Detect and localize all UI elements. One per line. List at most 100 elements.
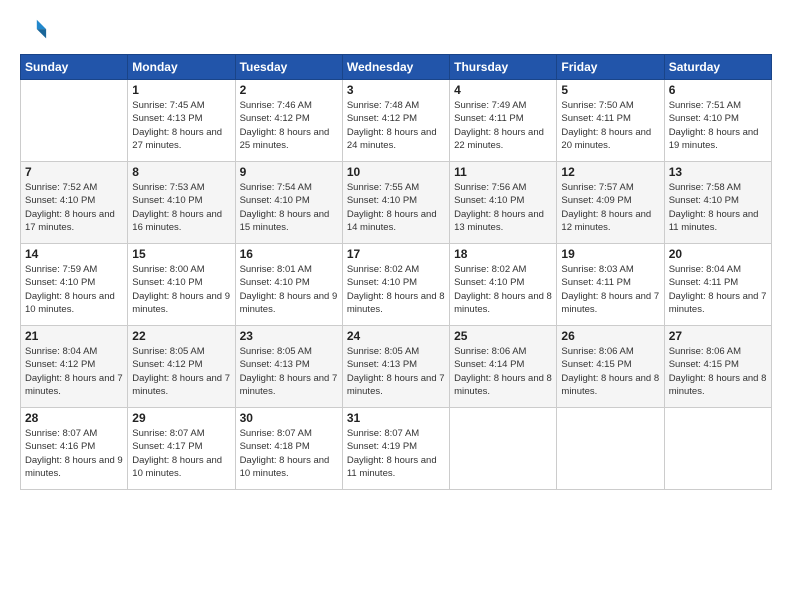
calendar-cell: 10Sunrise: 7:55 AMSunset: 4:10 PMDayligh… xyxy=(342,162,449,244)
calendar-cell: 24 Sunrise: 8:05 AMSunset: 4:13 PMDayligh… xyxy=(342,326,449,408)
day-info: Sunrise: 8:02 AMSunset: 4:10 PMDaylight:… xyxy=(454,263,552,316)
calendar-cell: 31 Sunrise: 8:07 AMSunset: 4:19 PMDayligh… xyxy=(342,408,449,490)
calendar-cell: 25 Sunrise: 8:06 AMSunset: 4:14 PMDayligh… xyxy=(450,326,557,408)
day-number: 24 xyxy=(347,329,445,343)
day-number: 30 xyxy=(240,411,338,425)
calendar-cell: 19 Sunrise: 8:03 AMSunset: 4:11 PMDayligh… xyxy=(557,244,664,326)
week-row-3: 14 Sunrise: 7:59 AMSunset: 4:10 PMDayligh… xyxy=(21,244,772,326)
calendar-cell: 4 Sunrise: 7:49 AMSunset: 4:11 PMDaylight… xyxy=(450,80,557,162)
calendar-cell xyxy=(664,408,771,490)
header xyxy=(20,16,772,44)
day-number: 28 xyxy=(25,411,123,425)
day-number: 16 xyxy=(240,247,338,261)
day-number: 15 xyxy=(132,247,230,261)
day-number: 18 xyxy=(454,247,552,261)
day-number: 26 xyxy=(561,329,659,343)
day-info: Sunrise: 7:49 AMSunset: 4:11 PMDaylight:… xyxy=(454,99,552,152)
day-number: 27 xyxy=(669,329,767,343)
day-number: 1 xyxy=(132,83,230,97)
week-row-1: 1 Sunrise: 7:45 AMSunset: 4:13 PMDaylight… xyxy=(21,80,772,162)
calendar-cell: 3 Sunrise: 7:48 AMSunset: 4:12 PMDaylight… xyxy=(342,80,449,162)
calendar-cell: 23Sunrise: 8:05 AMSunset: 4:13 PMDayligh… xyxy=(235,326,342,408)
day-info: Sunrise: 7:46 AMSunset: 4:12 PMDaylight:… xyxy=(240,99,338,152)
calendar-table: SundayMondayTuesdayWednesdayThursdayFrid… xyxy=(20,54,772,490)
week-row-2: 7 Sunrise: 7:52 AMSunset: 4:10 PMDaylight… xyxy=(21,162,772,244)
day-info: Sunrise: 8:07 AMSunset: 4:19 PMDaylight:… xyxy=(347,427,445,480)
calendar-cell: 18 Sunrise: 8:02 AMSunset: 4:10 PMDayligh… xyxy=(450,244,557,326)
day-info: Sunrise: 8:06 AMSunset: 4:15 PMDaylight:… xyxy=(561,345,659,398)
day-number: 4 xyxy=(454,83,552,97)
day-number: 14 xyxy=(25,247,123,261)
calendar-cell: 20Sunrise: 8:04 AMSunset: 4:11 PMDayligh… xyxy=(664,244,771,326)
day-info: Sunrise: 7:51 AMSunset: 4:10 PMDaylight:… xyxy=(669,99,767,152)
day-number: 22 xyxy=(132,329,230,343)
day-info: Sunrise: 7:54 AMSunset: 4:10 PMDaylight:… xyxy=(240,181,338,234)
calendar-cell: 27Sunrise: 8:06 AMSunset: 4:15 PMDayligh… xyxy=(664,326,771,408)
weekday-header-saturday: Saturday xyxy=(664,55,771,80)
day-info: Sunrise: 8:04 AMSunset: 4:12 PMDaylight:… xyxy=(25,345,123,398)
calendar-cell: 28 Sunrise: 8:07 AMSunset: 4:16 PMDayligh… xyxy=(21,408,128,490)
day-number: 20 xyxy=(669,247,767,261)
day-info: Sunrise: 8:00 AMSunset: 4:10 PMDaylight:… xyxy=(132,263,230,316)
day-info: Sunrise: 8:02 AMSunset: 4:10 PMDaylight:… xyxy=(347,263,445,316)
day-info: Sunrise: 7:59 AMSunset: 4:10 PMDaylight:… xyxy=(25,263,123,316)
day-number: 10 xyxy=(347,165,445,179)
day-number: 25 xyxy=(454,329,552,343)
day-info: Sunrise: 7:50 AMSunset: 4:11 PMDaylight:… xyxy=(561,99,659,152)
calendar-cell: 6 Sunrise: 7:51 AMSunset: 4:10 PMDaylight… xyxy=(664,80,771,162)
page: SundayMondayTuesdayWednesdayThursdayFrid… xyxy=(0,0,792,612)
day-info: Sunrise: 8:05 AMSunset: 4:12 PMDaylight:… xyxy=(132,345,230,398)
day-info: Sunrise: 7:57 AMSunset: 4:09 PMDaylight:… xyxy=(561,181,659,234)
day-info: Sunrise: 8:05 AMSunset: 4:13 PMDaylight:… xyxy=(347,345,445,398)
day-info: Sunrise: 7:52 AMSunset: 4:10 PMDaylight:… xyxy=(25,181,123,234)
logo-icon xyxy=(20,16,48,44)
day-info: Sunrise: 8:07 AMSunset: 4:16 PMDaylight:… xyxy=(25,427,123,480)
day-number: 31 xyxy=(347,411,445,425)
calendar-cell: 14 Sunrise: 7:59 AMSunset: 4:10 PMDayligh… xyxy=(21,244,128,326)
day-number: 9 xyxy=(240,165,338,179)
day-number: 2 xyxy=(240,83,338,97)
calendar-cell xyxy=(450,408,557,490)
day-info: Sunrise: 7:45 AMSunset: 4:13 PMDaylight:… xyxy=(132,99,230,152)
weekday-header-tuesday: Tuesday xyxy=(235,55,342,80)
calendar-cell: 21Sunrise: 8:04 AMSunset: 4:12 PMDayligh… xyxy=(21,326,128,408)
day-info: Sunrise: 8:05 AMSunset: 4:13 PMDaylight:… xyxy=(240,345,338,398)
calendar-cell: 8 Sunrise: 7:53 AMSunset: 4:10 PMDaylight… xyxy=(128,162,235,244)
day-info: Sunrise: 8:07 AMSunset: 4:17 PMDaylight:… xyxy=(132,427,230,480)
day-info: Sunrise: 8:01 AMSunset: 4:10 PMDaylight:… xyxy=(240,263,338,316)
week-row-5: 28 Sunrise: 8:07 AMSunset: 4:16 PMDayligh… xyxy=(21,408,772,490)
calendar-cell: 9 Sunrise: 7:54 AMSunset: 4:10 PMDaylight… xyxy=(235,162,342,244)
calendar-cell: 2 Sunrise: 7:46 AMSunset: 4:12 PMDaylight… xyxy=(235,80,342,162)
calendar-cell xyxy=(557,408,664,490)
logo xyxy=(20,16,52,44)
day-number: 8 xyxy=(132,165,230,179)
weekday-header-sunday: Sunday xyxy=(21,55,128,80)
day-number: 11 xyxy=(454,165,552,179)
calendar-cell: 7 Sunrise: 7:52 AMSunset: 4:10 PMDaylight… xyxy=(21,162,128,244)
day-number: 17 xyxy=(347,247,445,261)
day-info: Sunrise: 8:06 AMSunset: 4:14 PMDaylight:… xyxy=(454,345,552,398)
day-number: 29 xyxy=(132,411,230,425)
calendar-cell: 17 Sunrise: 8:02 AMSunset: 4:10 PMDayligh… xyxy=(342,244,449,326)
week-row-4: 21Sunrise: 8:04 AMSunset: 4:12 PMDayligh… xyxy=(21,326,772,408)
calendar-cell: 11Sunrise: 7:56 AMSunset: 4:10 PMDayligh… xyxy=(450,162,557,244)
calendar-cell: 5 Sunrise: 7:50 AMSunset: 4:11 PMDaylight… xyxy=(557,80,664,162)
calendar-cell: 30Sunrise: 8:07 AMSunset: 4:18 PMDayligh… xyxy=(235,408,342,490)
weekday-header-wednesday: Wednesday xyxy=(342,55,449,80)
day-info: Sunrise: 7:53 AMSunset: 4:10 PMDaylight:… xyxy=(132,181,230,234)
day-number: 13 xyxy=(669,165,767,179)
weekday-header-monday: Monday xyxy=(128,55,235,80)
calendar-cell: 13Sunrise: 7:58 AMSunset: 4:10 PMDayligh… xyxy=(664,162,771,244)
day-number: 7 xyxy=(25,165,123,179)
calendar-cell xyxy=(21,80,128,162)
day-info: Sunrise: 8:03 AMSunset: 4:11 PMDaylight:… xyxy=(561,263,659,316)
calendar-cell: 16 Sunrise: 8:01 AMSunset: 4:10 PMDayligh… xyxy=(235,244,342,326)
day-number: 12 xyxy=(561,165,659,179)
day-number: 5 xyxy=(561,83,659,97)
day-number: 3 xyxy=(347,83,445,97)
weekday-header-thursday: Thursday xyxy=(450,55,557,80)
day-number: 19 xyxy=(561,247,659,261)
day-number: 6 xyxy=(669,83,767,97)
calendar-cell: 1 Sunrise: 7:45 AMSunset: 4:13 PMDaylight… xyxy=(128,80,235,162)
day-info: Sunrise: 7:48 AMSunset: 4:12 PMDaylight:… xyxy=(347,99,445,152)
